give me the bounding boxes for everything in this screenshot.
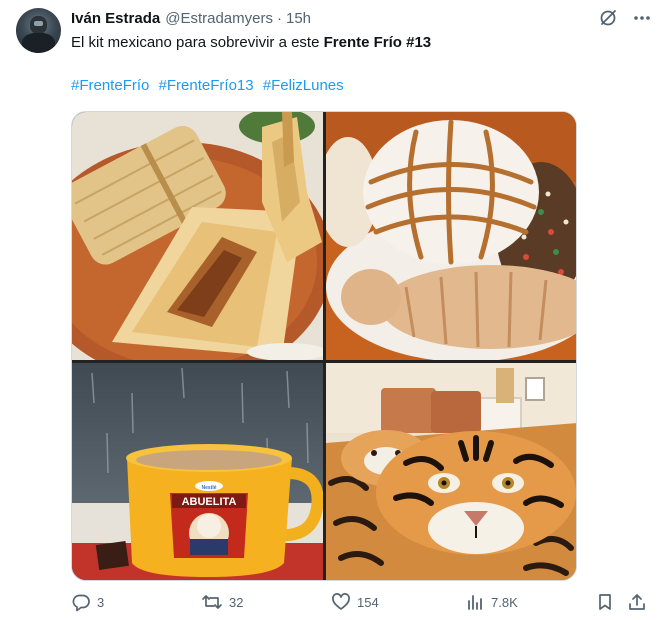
avatar[interactable] <box>16 8 61 53</box>
like-icon <box>331 592 351 612</box>
tamales-image[interactable] <box>72 112 323 360</box>
hashtag-frentefrio13[interactable]: #FrenteFrío13 <box>159 77 254 94</box>
grok-icon[interactable] <box>598 8 618 28</box>
bookmark-button[interactable] <box>595 592 615 612</box>
conchas-image[interactable] <box>326 112 576 360</box>
tweet-text-plain: El kit mexicano para sobrevivir a este <box>71 34 324 51</box>
media-grid[interactable]: ABUELITA Nestlé <box>71 111 577 581</box>
timestamp[interactable]: 15h <box>286 10 311 27</box>
like-button[interactable]: 154 <box>331 592 379 612</box>
views-icon <box>465 592 485 612</box>
views-count: 7.8K <box>491 594 518 610</box>
reply-button[interactable]: 3 <box>71 592 104 612</box>
tweet-text: El kit mexicano para sobrevivir a este F… <box>71 33 431 53</box>
nestle-badge: Nestlé <box>201 485 216 491</box>
hashtag-felizlunes[interactable]: #FelizLunes <box>263 77 344 94</box>
reply-count: 3 <box>97 594 105 610</box>
views-button[interactable]: 7.8K <box>465 592 518 612</box>
more-icon[interactable] <box>632 8 652 28</box>
action-bar: 3 32 154 7.8K <box>71 592 651 616</box>
reply-icon <box>71 592 91 612</box>
repost-count: 32 <box>229 594 244 610</box>
abuelita-mug-image[interactable]: ABUELITA Nestlé <box>72 363 323 580</box>
tweet-header: Iván Estrada @Estradamyers · 15h <box>71 8 311 28</box>
repost-button[interactable]: 32 <box>201 592 243 612</box>
separator-dot: · <box>276 9 282 27</box>
repost-icon <box>201 592 223 612</box>
tiger-blanket-image[interactable] <box>326 363 576 580</box>
hashtag-list: #FrenteFrío #FrenteFrío13 #FelizLunes <box>71 76 349 96</box>
display-name[interactable]: Iván Estrada <box>71 10 160 27</box>
share-button[interactable] <box>627 592 647 612</box>
user-handle[interactable]: @Estradamyers <box>165 10 273 27</box>
share-icon <box>627 592 647 612</box>
tweet-text-bold: Frente Frío #13 <box>323 34 432 51</box>
tweet-top-icons <box>598 8 652 28</box>
abuelita-label: ABUELITA <box>182 496 237 508</box>
like-count: 154 <box>357 594 379 610</box>
tweet[interactable]: Iván Estrada @Estradamyers · 15h El kit … <box>0 0 668 620</box>
bookmark-icon <box>595 592 615 612</box>
hashtag-frentefrio[interactable]: #FrenteFrío <box>71 77 149 94</box>
